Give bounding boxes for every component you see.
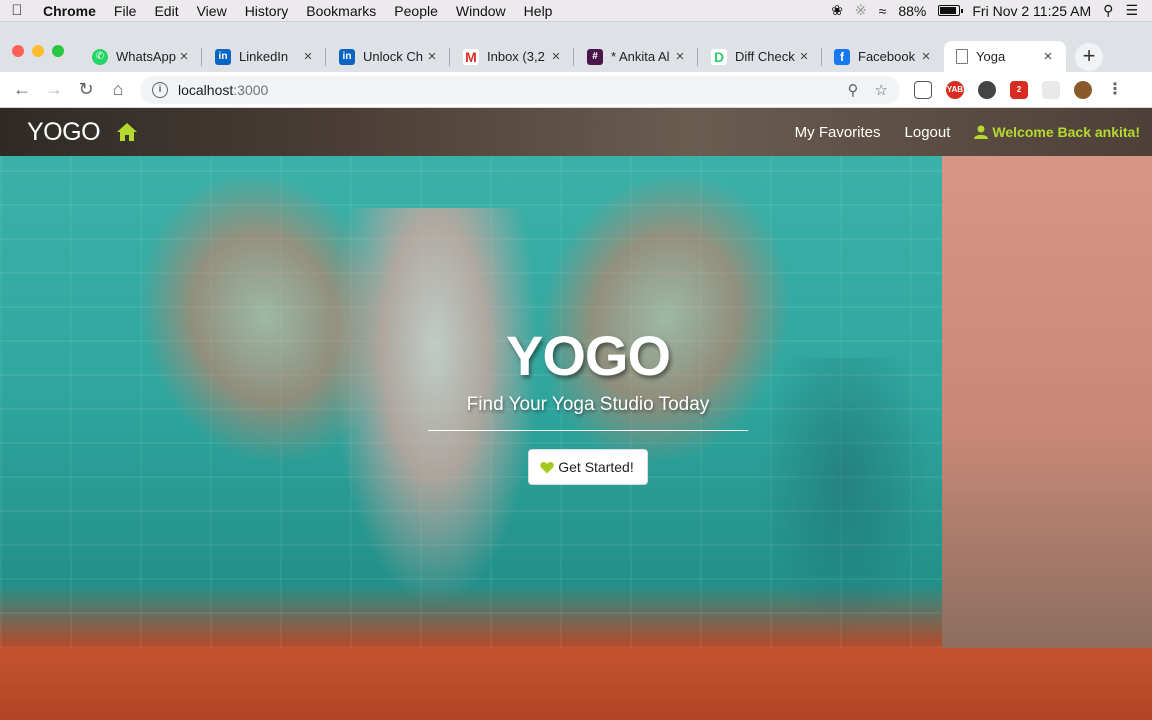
tab-title: Yoga <box>976 49 1006 64</box>
tab-gmail[interactable]: M Inbox (3,2 × <box>451 41 574 72</box>
webpage: YOGO My Favorites Logout Welcome Back an… <box>0 108 1152 720</box>
spotlight-search-icon[interactable]: ⚲ <box>1103 2 1113 19</box>
close-tab-icon[interactable]: × <box>1040 48 1056 65</box>
app-nav-links: My Favorites Logout Welcome Back ankita! <box>783 124 1152 141</box>
clock[interactable]: Fri Nov 2 11:25 AM <box>972 3 1091 19</box>
tab-title: LinkedIn <box>239 49 289 64</box>
menu-help[interactable]: Help <box>515 3 562 19</box>
new-tab-button[interactable]: + <box>1075 43 1103 71</box>
app-navbar: YOGO My Favorites Logout Welcome Back an… <box>0 108 1152 156</box>
slack-icon: # <box>587 48 603 65</box>
close-tab-icon[interactable]: × <box>300 48 316 65</box>
hero-divider <box>428 430 748 431</box>
macos-menubar:  Chrome File Edit View History Bookmark… <box>0 0 1152 22</box>
zoom-window-button[interactable] <box>52 45 64 57</box>
my-favorites-link[interactable]: My Favorites <box>783 124 893 141</box>
diffchecker-icon: D <box>711 48 727 65</box>
menu-file[interactable]: File <box>105 3 146 19</box>
url-port: :3000 <box>233 81 269 98</box>
menu-kebab-icon[interactable]: ⋮ <box>1106 81 1124 99</box>
linkedin-icon: in <box>339 48 355 65</box>
home-icon[interactable]: ⌂ <box>102 79 134 100</box>
background-silhouette <box>760 358 930 638</box>
facebook-icon: f <box>834 48 850 65</box>
reload-icon[interactable]: ↻ <box>70 79 102 100</box>
bluetooth-icon[interactable]: ※ <box>855 2 867 19</box>
extensions: YAB 2 ⋮ <box>914 80 1124 99</box>
tab-diffchecker[interactable]: D Diff Check × <box>699 41 822 72</box>
menu-window[interactable]: Window <box>447 3 515 19</box>
hero-subtitle: Find Your Yoga Studio Today <box>466 394 710 415</box>
menu-edit[interactable]: Edit <box>145 3 187 19</box>
menu-history[interactable]: History <box>236 3 298 19</box>
page-icon <box>956 49 968 64</box>
hero: YOGO Find Your Yoga Studio Today Get Sta… <box>428 323 748 485</box>
linkedin-icon: in <box>215 48 231 65</box>
site-info-icon[interactable]: i <box>152 81 168 98</box>
whatsapp-icon: ✆ <box>92 48 108 65</box>
background-wall-right <box>942 108 1152 648</box>
logout-link[interactable]: Logout <box>893 124 963 141</box>
heart-icon <box>540 461 554 473</box>
home-icon[interactable] <box>116 122 138 142</box>
battery-icon[interactable] <box>938 5 964 16</box>
lotus-icon[interactable]: ❀ <box>831 2 843 19</box>
tab-linkedin[interactable]: in LinkedIn × <box>203 41 326 72</box>
close-tab-icon[interactable]: × <box>796 48 812 65</box>
get-started-button[interactable]: Get Started! <box>528 449 648 485</box>
get-started-label: Get Started! <box>558 459 634 475</box>
back-icon[interactable]: ← <box>6 79 38 100</box>
brand-logo[interactable]: YOGO <box>27 118 101 147</box>
tab-title: Diff Check <box>735 49 795 64</box>
react-extension-icon[interactable] <box>1042 80 1060 99</box>
background-floor <box>0 648 1152 720</box>
menu-view[interactable]: View <box>188 3 236 19</box>
minimize-window-button[interactable] <box>32 45 44 57</box>
welcome-user[interactable]: Welcome Back ankita! <box>962 124 1140 140</box>
menu-chrome[interactable]: Chrome <box>34 3 105 19</box>
window-controls <box>12 45 64 57</box>
profile-avatar[interactable] <box>1074 80 1092 99</box>
wifi-icon[interactable]: ≈ <box>879 3 887 19</box>
tab-whatsapp[interactable]: ✆ WhatsApp × <box>80 41 202 72</box>
close-tab-icon[interactable]: × <box>176 48 192 65</box>
tab-slack[interactable]: # * Ankita Al × <box>575 41 698 72</box>
tab-unlock[interactable]: in Unlock Ch × <box>327 41 450 72</box>
browser-tabstrip: ✆ WhatsApp × in LinkedIn × in Unlock Ch … <box>0 22 1152 72</box>
close-tab-icon[interactable]: × <box>424 48 440 65</box>
close-tab-icon[interactable]: × <box>918 48 934 65</box>
menu-people[interactable]: People <box>385 3 447 19</box>
menu-bookmarks[interactable]: Bookmarks <box>297 3 385 19</box>
welcome-text: Welcome Back ankita! <box>992 124 1140 140</box>
apple-menu-icon[interactable]:  <box>0 2 34 19</box>
close-window-button[interactable] <box>12 45 24 57</box>
extension-shield-icon[interactable] <box>914 80 932 99</box>
forward-icon[interactable]: → <box>38 79 70 100</box>
tab-title: Facebook <box>858 49 916 64</box>
url-host: localhost <box>178 81 234 98</box>
yab-extension-icon[interactable]: YAB <box>946 80 964 99</box>
zoom-icon[interactable]: ⚲ <box>848 81 859 99</box>
battery-percent: 88% <box>898 2 927 19</box>
spy-extension-icon[interactable] <box>978 80 996 99</box>
tab-yoga-active[interactable]: Yoga × <box>944 41 1066 72</box>
tab-title: Unlock Ch <box>363 49 423 64</box>
gmail-icon: M <box>463 48 479 65</box>
address-bar[interactable]: i localhost:3000 ⚲ ☆ <box>140 75 900 104</box>
notification-center-icon[interactable]: ☰ <box>1125 2 1138 19</box>
tab-title: * Ankita Al <box>611 49 670 64</box>
user-icon <box>974 125 989 139</box>
hero-title: YOGO <box>505 324 671 387</box>
tab-title: Inbox (3,2 <box>487 49 545 64</box>
todoist-extension-icon[interactable]: 2 <box>1010 80 1028 99</box>
bookmark-star-icon[interactable]: ☆ <box>875 81 888 99</box>
tab-facebook[interactable]: f Facebook × <box>822 41 944 72</box>
close-tab-icon[interactable]: × <box>672 48 688 65</box>
tab-title: WhatsApp <box>116 49 176 64</box>
close-tab-icon[interactable]: × <box>548 48 564 65</box>
browser-toolbar: ← → ↻ ⌂ i localhost:3000 ⚲ ☆ YAB 2 ⋮ <box>0 72 1152 108</box>
